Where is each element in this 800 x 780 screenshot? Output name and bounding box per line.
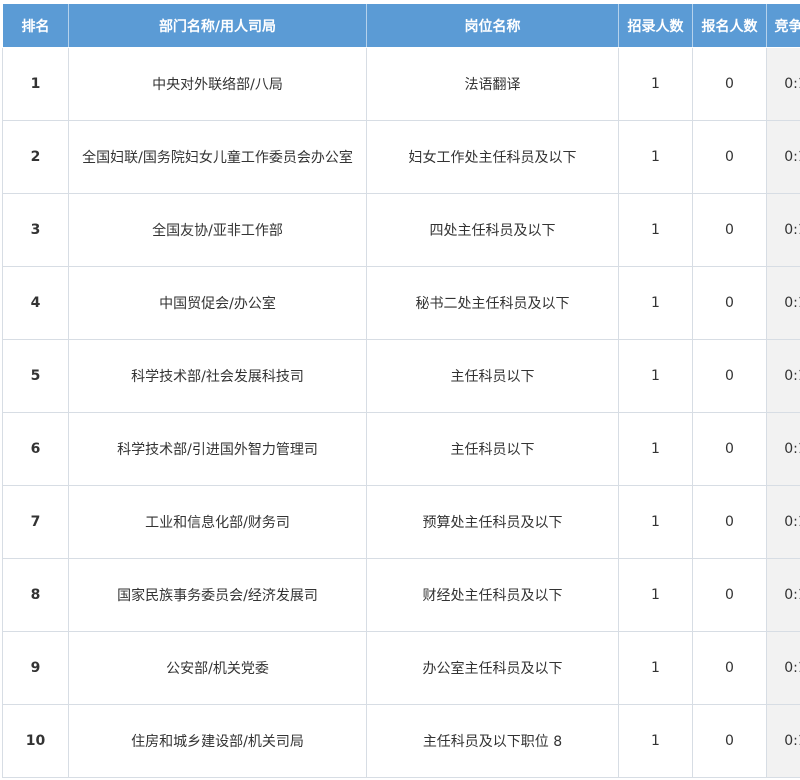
header-rank: 排名 — [2, 3, 69, 48]
cell-recruit: 1 — [618, 47, 693, 121]
table-row: 3全国友协/亚非工作部四处主任科员及以下100:1 — [2, 193, 800, 267]
cell-recruit: 1 — [618, 339, 693, 413]
header-dept: 部门名称/用人司局 — [68, 3, 367, 48]
cell-dept: 全国友协/亚非工作部 — [68, 193, 367, 267]
cell-rank: 9 — [2, 631, 69, 705]
cell-position: 主任科员以下 — [366, 339, 619, 413]
cell-rank: 5 — [2, 339, 69, 413]
table-row: 6科学技术部/引进国外智力管理司主任科员以下100:1 — [2, 412, 800, 486]
cell-recruit: 1 — [618, 704, 693, 778]
cell-applicants: 0 — [692, 412, 767, 486]
table-row: 5科学技术部/社会发展科技司主任科员以下100:1 — [2, 339, 800, 413]
cell-dept: 科学技术部/社会发展科技司 — [68, 339, 367, 413]
header-ratio: 竞争比 — [766, 3, 800, 48]
cell-recruit: 1 — [618, 193, 693, 267]
table-row: 2全国妇联/国务院妇女儿童工作委员会办公室妇女工作处主任科员及以下100:1 — [2, 120, 800, 194]
table-row: 9公安部/机关党委办公室主任科员及以下100:1 — [2, 631, 800, 705]
cell-ratio: 0:1 — [766, 193, 800, 267]
table-row: 10住房和城乡建设部/机关司局主任科员及以下职位 8100:1 — [2, 704, 800, 778]
cell-applicants: 0 — [692, 47, 767, 121]
header-row: 排名 部门名称/用人司局 岗位名称 招录人数 报名人数 竞争比 — [2, 3, 800, 48]
cell-position: 预算处主任科员及以下 — [366, 485, 619, 559]
table-row: 4中国贸促会/办公室秘书二处主任科员及以下100:1 — [2, 266, 800, 340]
cell-applicants: 0 — [692, 266, 767, 340]
cell-position: 主任科员以下 — [366, 412, 619, 486]
cell-position: 主任科员及以下职位 8 — [366, 704, 619, 778]
cell-applicants: 0 — [692, 631, 767, 705]
cell-ratio: 0:1 — [766, 47, 800, 121]
header-applicants: 报名人数 — [692, 3, 767, 48]
ranking-table: 排名 部门名称/用人司局 岗位名称 招录人数 报名人数 竞争比 1中央对外联络部… — [2, 3, 800, 778]
cell-ratio: 0:1 — [766, 266, 800, 340]
cell-applicants: 0 — [692, 339, 767, 413]
cell-rank: 7 — [2, 485, 69, 559]
table-body: 1中央对外联络部/八局法语翻译100:12全国妇联/国务院妇女儿童工作委员会办公… — [2, 47, 800, 778]
cell-ratio: 0:1 — [766, 339, 800, 413]
cell-position: 法语翻译 — [366, 47, 619, 121]
cell-applicants: 0 — [692, 120, 767, 194]
cell-position: 四处主任科员及以下 — [366, 193, 619, 267]
cell-dept: 住房和城乡建设部/机关司局 — [68, 704, 367, 778]
cell-applicants: 0 — [692, 704, 767, 778]
cell-position: 财经处主任科员及以下 — [366, 558, 619, 632]
cell-ratio: 0:1 — [766, 558, 800, 632]
cell-ratio: 0:1 — [766, 631, 800, 705]
cell-recruit: 1 — [618, 558, 693, 632]
cell-position: 办公室主任科员及以下 — [366, 631, 619, 705]
cell-applicants: 0 — [692, 193, 767, 267]
cell-rank: 1 — [2, 47, 69, 121]
cell-dept: 工业和信息化部/财务司 — [68, 485, 367, 559]
table-row: 8国家民族事务委员会/经济发展司财经处主任科员及以下100:1 — [2, 558, 800, 632]
cell-recruit: 1 — [618, 266, 693, 340]
header-position: 岗位名称 — [366, 3, 619, 48]
cell-ratio: 0:1 — [766, 412, 800, 486]
cell-rank: 4 — [2, 266, 69, 340]
table-row: 1中央对外联络部/八局法语翻译100:1 — [2, 47, 800, 121]
cell-dept: 科学技术部/引进国外智力管理司 — [68, 412, 367, 486]
cell-rank: 6 — [2, 412, 69, 486]
cell-rank: 3 — [2, 193, 69, 267]
table-row: 7工业和信息化部/财务司预算处主任科员及以下100:1 — [2, 485, 800, 559]
cell-dept: 公安部/机关党委 — [68, 631, 367, 705]
cell-rank: 2 — [2, 120, 69, 194]
cell-position: 秘书二处主任科员及以下 — [366, 266, 619, 340]
cell-ratio: 0:1 — [766, 485, 800, 559]
cell-recruit: 1 — [618, 631, 693, 705]
cell-ratio: 0:1 — [766, 120, 800, 194]
header-recruit: 招录人数 — [618, 3, 693, 48]
cell-rank: 8 — [2, 558, 69, 632]
cell-dept: 国家民族事务委员会/经济发展司 — [68, 558, 367, 632]
cell-ratio: 0:1 — [766, 704, 800, 778]
cell-rank: 10 — [2, 704, 69, 778]
cell-applicants: 0 — [692, 558, 767, 632]
table-header: 排名 部门名称/用人司局 岗位名称 招录人数 报名人数 竞争比 — [2, 3, 800, 48]
cell-recruit: 1 — [618, 485, 693, 559]
cell-dept: 中国贸促会/办公室 — [68, 266, 367, 340]
ranking-table-container: 排名 部门名称/用人司局 岗位名称 招录人数 报名人数 竞争比 1中央对外联络部… — [2, 3, 800, 778]
cell-dept: 全国妇联/国务院妇女儿童工作委员会办公室 — [68, 120, 367, 194]
cell-applicants: 0 — [692, 485, 767, 559]
cell-recruit: 1 — [618, 120, 693, 194]
cell-position: 妇女工作处主任科员及以下 — [366, 120, 619, 194]
cell-dept: 中央对外联络部/八局 — [68, 47, 367, 121]
cell-recruit: 1 — [618, 412, 693, 486]
